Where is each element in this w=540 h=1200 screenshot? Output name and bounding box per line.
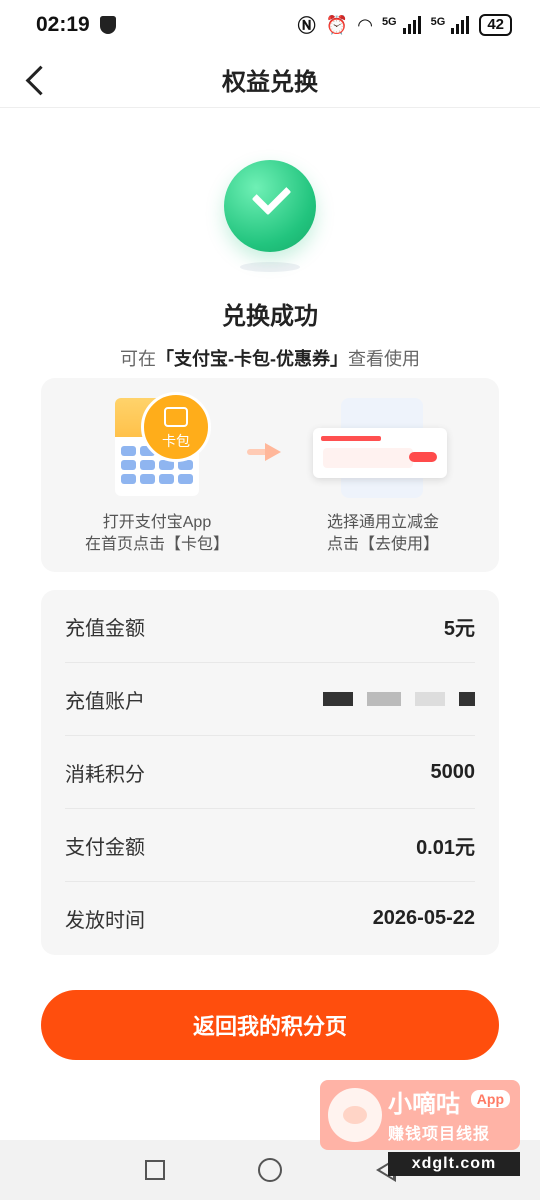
detail-row-amount: 充值金额 5元: [65, 590, 475, 663]
return-to-points-button[interactable]: 返回我的积分页: [41, 990, 499, 1060]
detail-label: 支付金额: [65, 836, 145, 859]
watermark-subtitle: 赚钱项目线报: [388, 1126, 491, 1143]
guide-step-1-line-1: 打开支付宝App: [102, 514, 212, 531]
battery-icon: 42: [479, 14, 512, 36]
nav-bar: 权益兑换: [0, 50, 540, 108]
recent-apps-icon[interactable]: [145, 1160, 165, 1180]
network-type-1: 5G: [381, 16, 397, 28]
watermark-url: xdglt.com: [388, 1152, 520, 1176]
guide-step-2: 选择通用立减金 点击【去使用】: [283, 512, 483, 556]
detail-label: 充值账户: [65, 690, 145, 713]
status-time: 02:19: [36, 13, 90, 36]
detail-row-points: 消耗积分 5000: [65, 736, 475, 809]
detail-value: 0.01元: [416, 836, 475, 859]
screen: 02:19 Ⓝ ⏰ ◠ 5G 5G 42 权益兑换 兑换成功 可在「支付宝-卡包…: [0, 0, 540, 1200]
masked-account-value: [323, 692, 475, 706]
wifi-icon: ◠: [358, 14, 372, 35]
nfc-icon: Ⓝ: [297, 16, 316, 36]
status-left: 02:19: [36, 13, 116, 37]
detail-row-payment: 支付金额 0.01元: [65, 809, 475, 882]
card-wallet-label: 卡包: [162, 433, 190, 449]
watermark-logo: 小嘀咕 App 赚钱项目线报: [320, 1080, 520, 1150]
icon-shadow: [240, 262, 300, 272]
detail-value: 2026-05-22: [372, 907, 475, 929]
success-subtitle: 可在「支付宝-卡包-优惠券」查看使用: [0, 345, 540, 371]
wallet-icon: [164, 407, 188, 427]
subtitle-highlight: 「支付宝-卡包-优惠券」: [156, 349, 348, 369]
guide-step-1-line-2: 在首页点击【卡包】: [84, 536, 229, 553]
subtitle-prefix: 可在: [120, 349, 156, 369]
guide-step-2-line-1: 选择通用立减金: [326, 514, 439, 531]
arrow-right-icon: [247, 442, 283, 462]
subtitle-suffix: 查看使用: [348, 349, 420, 369]
card-wallet-badge: 卡包: [141, 392, 211, 462]
detail-label: 发放时间: [65, 910, 145, 932]
usage-guide-card: 卡包 打开支付宝App 在首页点击【卡包】 选择通用立减金 点击【去使用】: [41, 378, 499, 572]
detail-row-account: 充值账户: [65, 663, 475, 736]
check-circle-icon: [224, 160, 316, 252]
alarm-icon: ⏰: [325, 14, 349, 35]
guide-step-2-line-2: 点击【去使用】: [326, 536, 439, 553]
detail-value: 5000: [430, 760, 476, 783]
home-icon[interactable]: [258, 1158, 282, 1182]
coupon-popup-screenshot: [313, 428, 447, 478]
shield-icon: [99, 16, 116, 34]
mascot-icon: [328, 1088, 382, 1142]
signal-icon-2: [451, 16, 470, 34]
exchange-details-card: 充值金额 5元 充值账户 消耗积分 5000 支付金额 0.01元 发放时间 2…: [41, 590, 499, 955]
guide-step-1: 打开支付宝App 在首页点击【卡包】: [57, 512, 257, 556]
success-section: 兑换成功 可在「支付宝-卡包-优惠券」查看使用: [0, 160, 540, 371]
network-type-2: 5G: [430, 16, 446, 28]
watermark-title: 小嘀咕: [388, 1091, 460, 1118]
detail-row-time: 发放时间 2026-05-22: [65, 882, 475, 955]
watermark-badge: App: [470, 1090, 510, 1108]
page-title: 权益兑换: [222, 69, 318, 96]
detail-label: 消耗积分: [65, 763, 145, 786]
detail-value: 5元: [443, 617, 475, 640]
detail-label: 充值金额: [65, 617, 145, 640]
success-title: 兑换成功: [222, 303, 318, 330]
status-bar: 02:19 Ⓝ ⏰ ◠ 5G 5G 42: [0, 0, 540, 50]
signal-icon: [402, 16, 421, 34]
status-right: Ⓝ ⏰ ◠ 5G 5G 42: [298, 12, 512, 38]
